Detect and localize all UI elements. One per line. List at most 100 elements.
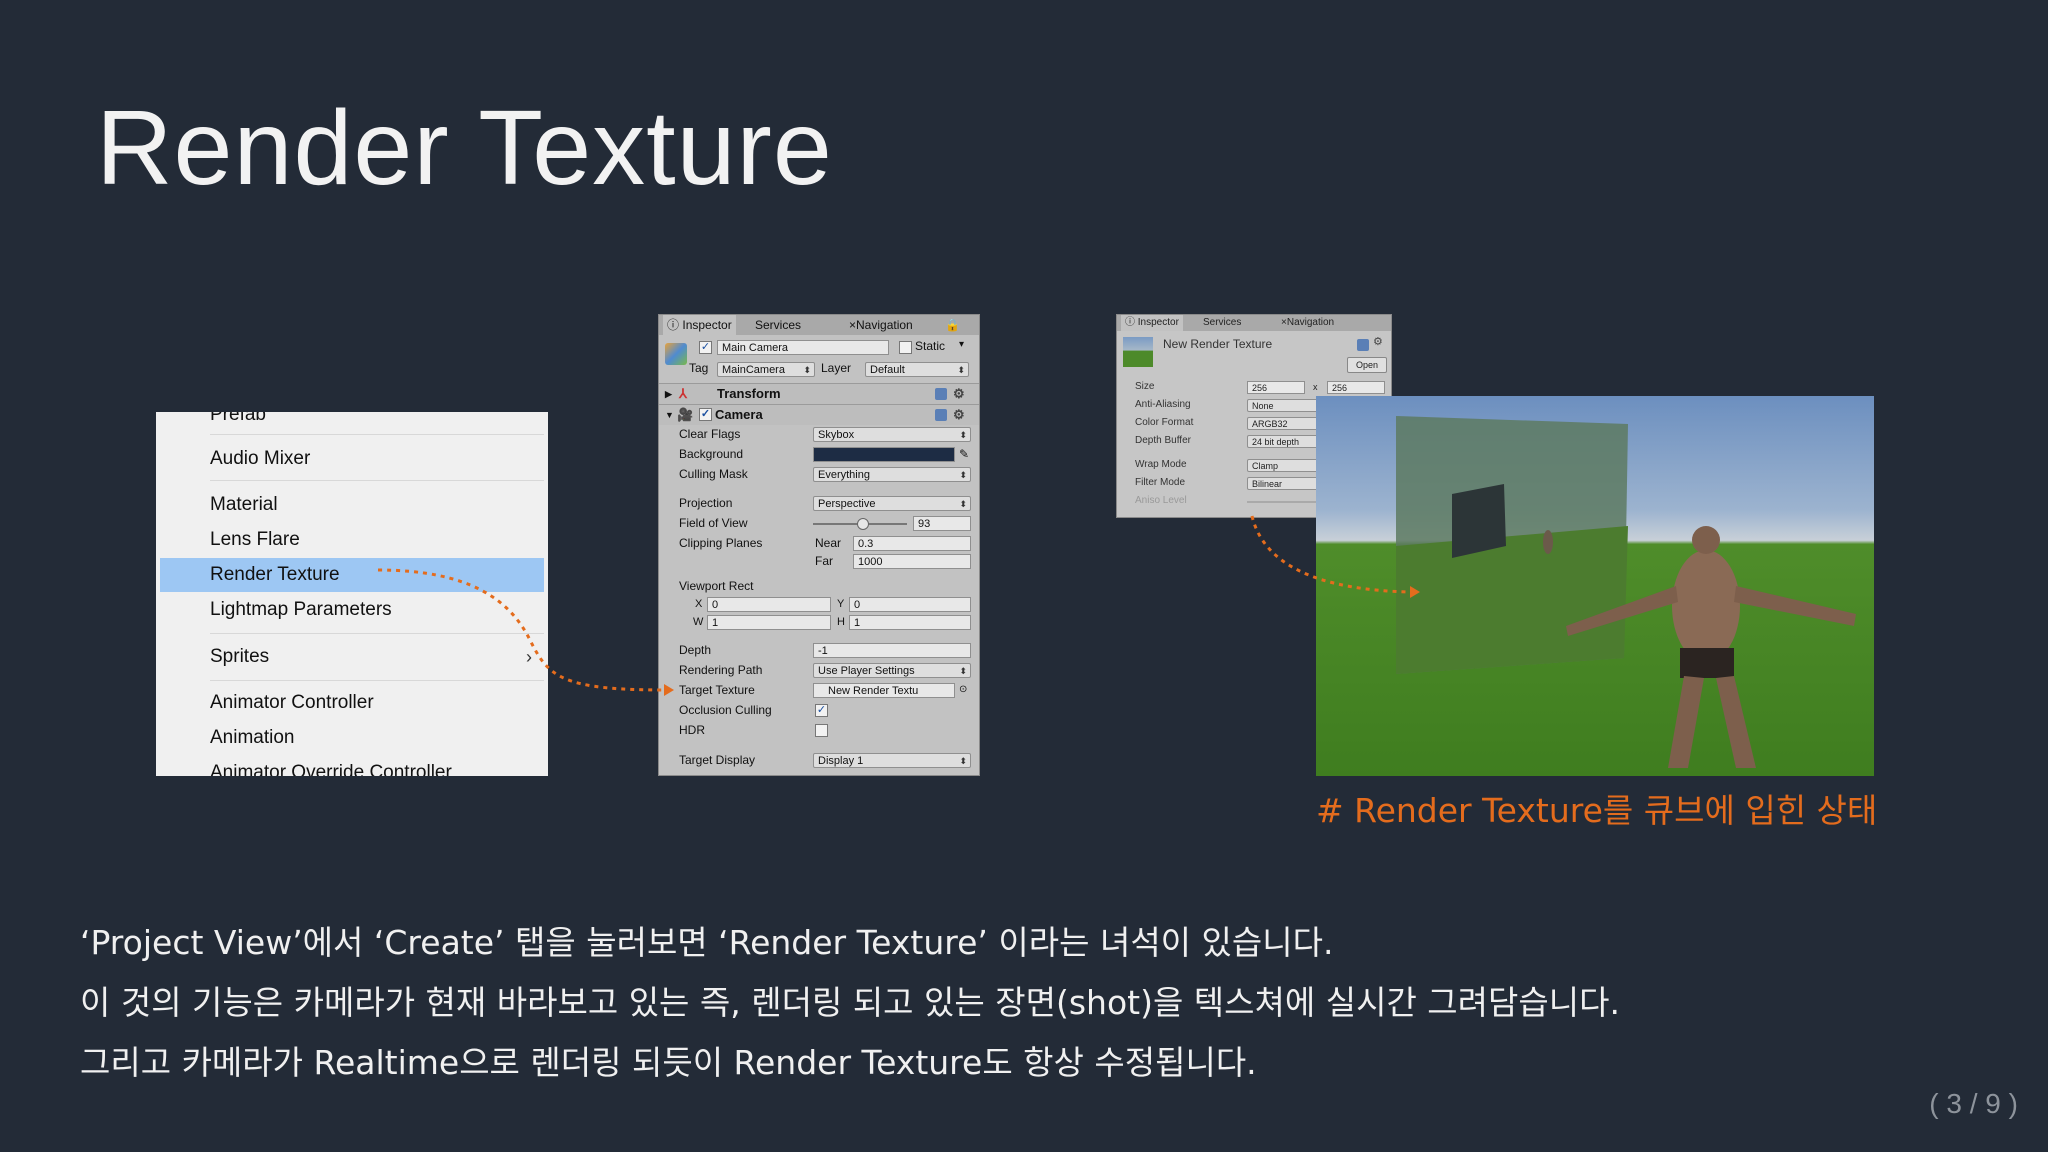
tab-navigation[interactable]: ×Navigation (1277, 315, 1338, 331)
rendering-path-dropdown[interactable]: Use Player Settings (813, 663, 971, 678)
object-name-field[interactable]: Main Camera (717, 340, 889, 355)
menu-item-animation[interactable]: Animation (160, 721, 544, 755)
menu-separator (210, 633, 544, 634)
field-label: Target Display (679, 753, 756, 767)
clear-flags-dropdown[interactable]: Skybox (813, 427, 971, 442)
body-paragraph-1: ‘Project View’에서 ‘Create’ 탭을 눌러보면 ‘Rende… (80, 923, 1334, 962)
culling-mask-dropdown[interactable]: Everything (813, 467, 971, 482)
viewport-h-field[interactable]: 1 (849, 615, 971, 630)
layer-label: Layer (821, 361, 852, 375)
close-icon: × (849, 318, 857, 332)
far-label: Far (815, 554, 833, 568)
object-picker-icon[interactable]: ⊙ (959, 681, 967, 699)
cube-ground-reflection (1396, 526, 1628, 674)
field-label: Clear Flags (679, 427, 741, 441)
tab-navigation[interactable]: ×Navigation (845, 315, 917, 335)
field-label: Field of View (679, 516, 748, 530)
field-label: Rendering Path (679, 663, 763, 677)
menu-item-sprites[interactable]: Sprites › (160, 640, 544, 674)
culling-mask-row: Culling Mask Everything (659, 465, 979, 483)
menu-item-animator-controller[interactable]: Animator Controller (160, 686, 544, 720)
layer-dropdown[interactable]: Default (865, 362, 969, 377)
occlusion-checkbox[interactable]: ✓ (815, 704, 828, 717)
depth-field[interactable]: -1 (813, 643, 971, 658)
scene-caption: # Render Texture를 큐브에 입힌 상태 (1316, 791, 1878, 830)
tab-services[interactable]: Services (1199, 315, 1245, 331)
near-label: Near (815, 536, 842, 550)
clipping-far-row: Far 1000 (659, 552, 979, 570)
rendering-path-row: Rendering Path Use Player Settings (659, 661, 979, 679)
clipping-near-row: Clipping Planes Near 0.3 (659, 534, 979, 552)
chevron-down-icon[interactable]: ▾ (959, 339, 964, 350)
help-icon[interactable] (935, 388, 947, 400)
depth-row: Depth -1 (659, 641, 979, 659)
active-checkbox[interactable]: ✓ (699, 341, 712, 354)
target-texture-row: Target Texture New Render Textu ⊙ (659, 681, 979, 699)
viewport-y-field[interactable]: 0 (849, 597, 971, 612)
asset-name: New Render Texture (1163, 337, 1273, 351)
target-display-dropdown[interactable]: Display 1 (813, 753, 971, 768)
field-label: Anti-Aliasing (1135, 399, 1191, 410)
near-field[interactable]: 0.3 (853, 536, 971, 551)
viewport-w-field[interactable]: 1 (707, 615, 831, 630)
menu-item-render-texture[interactable]: Render Texture (160, 558, 544, 592)
body-paragraph-3: 그리고 카메라가 Realtime으로 렌더링 되듯이 Render Textu… (80, 1043, 1257, 1082)
projection-row: Projection Perspective (659, 494, 979, 512)
menu-item-lightmap-parameters[interactable]: Lightmap Parameters (160, 593, 544, 627)
gear-icon[interactable]: ⚙ (1373, 335, 1383, 348)
field-label: Background (679, 447, 744, 461)
clear-flags-row: Clear Flags Skybox (659, 425, 979, 443)
field-label: Clipping Planes (679, 536, 763, 550)
field-label: Wrap Mode (1135, 459, 1187, 470)
fov-slider-handle[interactable] (857, 518, 869, 530)
camera-header[interactable]: ▼ 🎥 ✓ Camera ⚙ (659, 404, 979, 425)
background-color-swatch[interactable] (813, 447, 955, 462)
viewport-x-field[interactable]: 0 (707, 597, 831, 612)
size-height-field[interactable]: 256 (1327, 381, 1385, 394)
transform-header[interactable]: ▶ ⅄ Transform ⚙ (659, 383, 979, 404)
menu-separator (210, 480, 544, 481)
hdr-row: HDR (659, 721, 979, 739)
inspector-tab-bar: ⓘ Inspector Services ×Navigation (1117, 315, 1391, 331)
camera-icon: 🎥 (677, 407, 694, 422)
camera-enabled-checkbox[interactable]: ✓ (699, 408, 712, 421)
menu-item-animator-override-controller[interactable]: Animator Override Controller (160, 756, 544, 776)
menu-item-lens-flare[interactable]: Lens Flare (160, 523, 544, 557)
size-width-field[interactable]: 256 (1247, 381, 1305, 394)
background-row: Background ✎ (659, 445, 979, 463)
lock-icon[interactable]: 🔒 (941, 315, 964, 335)
collapse-arrow-icon: ▼ (665, 410, 674, 420)
y-label: Y (837, 598, 845, 610)
tab-label: Inspector (682, 318, 732, 332)
open-button[interactable]: Open (1347, 357, 1387, 373)
tab-label: Inspector (1137, 317, 1179, 328)
help-icon[interactable] (1357, 339, 1369, 351)
far-field[interactable]: 1000 (853, 554, 971, 569)
static-label: Static (915, 339, 946, 353)
h-label: H (837, 616, 845, 628)
tag-dropdown[interactable]: MainCamera (717, 362, 815, 377)
field-label: Aniso Level (1135, 495, 1187, 506)
static-checkbox[interactable] (899, 341, 912, 354)
w-label: W (693, 616, 704, 628)
field-label: Depth Buffer (1135, 435, 1191, 446)
menu-item-prefab[interactable]: Prefab (160, 412, 544, 432)
gear-icon[interactable]: ⚙ (953, 405, 965, 425)
tab-services[interactable]: Services (751, 315, 805, 335)
help-icon[interactable] (935, 409, 947, 421)
menu-item-material[interactable]: Material (160, 488, 544, 522)
eyedropper-icon[interactable]: ✎ (959, 445, 969, 463)
scene-illustration (1396, 416, 1856, 768)
target-texture-field[interactable]: New Render Textu (813, 683, 955, 698)
projection-dropdown[interactable]: Perspective (813, 496, 971, 511)
cube-wall (1452, 484, 1506, 558)
render-texture-thumbnail-icon (1123, 337, 1153, 367)
menu-item-audio-mixer[interactable]: Audio Mixer (160, 442, 544, 476)
expand-arrow-icon: ▶ (665, 389, 672, 399)
hdr-checkbox[interactable] (815, 724, 828, 737)
field-label: Target Texture (679, 683, 755, 697)
fov-field[interactable]: 93 (913, 516, 971, 531)
gear-icon[interactable]: ⚙ (953, 384, 965, 404)
tab-inspector[interactable]: ⓘ Inspector (663, 315, 736, 335)
tab-inspector[interactable]: ⓘ Inspector (1121, 315, 1183, 331)
